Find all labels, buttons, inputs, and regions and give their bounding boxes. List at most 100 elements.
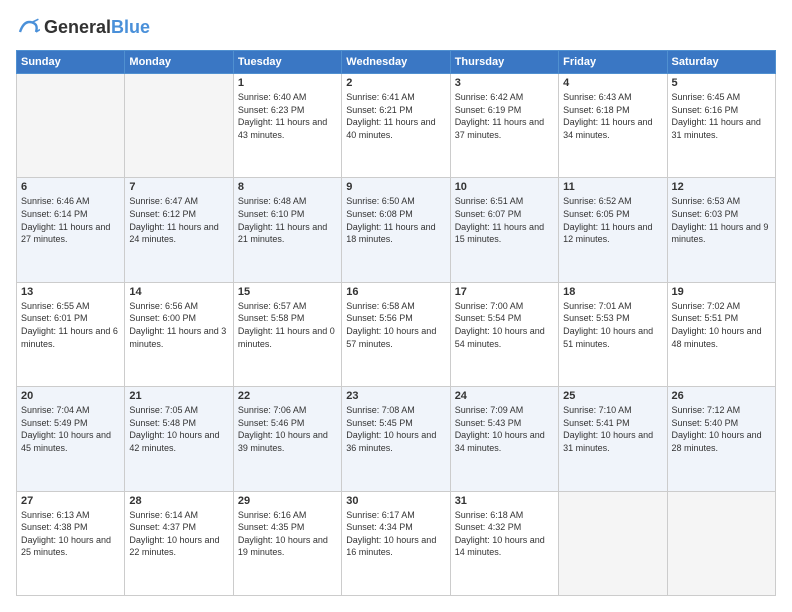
calendar-body: 1 Sunrise: 6:40 AM Sunset: 6:23 PM Daylig… — [17, 74, 776, 596]
day-info: Sunrise: 6:45 AM Sunset: 6:16 PM Dayligh… — [672, 91, 771, 141]
day-number: 8 — [238, 181, 337, 193]
day-number: 14 — [129, 286, 228, 298]
day-info: Sunrise: 6:52 AM Sunset: 6:05 PM Dayligh… — [563, 195, 662, 245]
calendar-week-row: 1 Sunrise: 6:40 AM Sunset: 6:23 PM Daylig… — [17, 74, 776, 178]
calendar-cell: 2 Sunrise: 6:41 AM Sunset: 6:21 PM Daylig… — [342, 74, 450, 178]
calendar-cell: 13 Sunrise: 6:55 AM Sunset: 6:01 PM Dayli… — [17, 282, 125, 386]
calendar-cell: 10 Sunrise: 6:51 AM Sunset: 6:07 PM Dayli… — [450, 178, 558, 282]
day-number: 7 — [129, 181, 228, 193]
day-number: 27 — [21, 495, 120, 507]
calendar-cell: 16 Sunrise: 6:58 AM Sunset: 5:56 PM Dayli… — [342, 282, 450, 386]
day-number: 10 — [455, 181, 554, 193]
day-number: 4 — [563, 77, 662, 89]
calendar-cell: 19 Sunrise: 7:02 AM Sunset: 5:51 PM Dayli… — [667, 282, 775, 386]
calendar-cell: 28 Sunrise: 6:14 AM Sunset: 4:37 PM Dayli… — [125, 491, 233, 595]
calendar-week-row: 20 Sunrise: 7:04 AM Sunset: 5:49 PM Dayli… — [17, 387, 776, 491]
day-number: 25 — [563, 390, 662, 402]
weekday-header-row: SundayMondayTuesdayWednesdayThursdayFrid… — [17, 51, 776, 74]
day-number: 12 — [672, 181, 771, 193]
day-number: 22 — [238, 390, 337, 402]
day-number: 2 — [346, 77, 445, 89]
day-info: Sunrise: 7:04 AM Sunset: 5:49 PM Dayligh… — [21, 404, 120, 454]
calendar-cell: 9 Sunrise: 6:50 AM Sunset: 6:08 PM Daylig… — [342, 178, 450, 282]
day-info: Sunrise: 6:57 AM Sunset: 5:58 PM Dayligh… — [238, 300, 337, 350]
day-info: Sunrise: 6:50 AM Sunset: 6:08 PM Dayligh… — [346, 195, 445, 245]
calendar-cell: 26Sunrise: 7:12 AM Sunset: 5:40 PM Dayli… — [667, 387, 775, 491]
day-number: 31 — [455, 495, 554, 507]
calendar-cell: 22 Sunrise: 7:06 AM Sunset: 5:46 PM Dayli… — [233, 387, 341, 491]
day-info: Sunrise: 6:58 AM Sunset: 5:56 PM Dayligh… — [346, 300, 445, 350]
calendar-cell: 17 Sunrise: 7:00 AM Sunset: 5:54 PM Dayli… — [450, 282, 558, 386]
day-info: Sunrise: 6:55 AM Sunset: 6:01 PM Dayligh… — [21, 300, 120, 350]
day-info: Sunrise: 6:48 AM Sunset: 6:10 PM Dayligh… — [238, 195, 337, 245]
day-number: 18 — [563, 286, 662, 298]
day-info: Sunrise: 7:01 AM Sunset: 5:53 PM Dayligh… — [563, 300, 662, 350]
calendar-cell — [559, 491, 667, 595]
calendar-table: SundayMondayTuesdayWednesdayThursdayFrid… — [16, 50, 776, 596]
day-number: 30 — [346, 495, 445, 507]
day-info: Sunrise: 6:14 AM Sunset: 4:37 PM Dayligh… — [129, 509, 228, 559]
calendar-cell: 23Sunrise: 7:08 AM Sunset: 5:45 PM Dayli… — [342, 387, 450, 491]
calendar-week-row: 6 Sunrise: 6:46 AM Sunset: 6:14 PM Daylig… — [17, 178, 776, 282]
calendar-cell: 7 Sunrise: 6:47 AM Sunset: 6:12 PM Daylig… — [125, 178, 233, 282]
day-number: 1 — [238, 77, 337, 89]
logo-icon — [16, 16, 40, 40]
calendar-cell — [125, 74, 233, 178]
day-number: 17 — [455, 286, 554, 298]
day-info: Sunrise: 6:40 AM Sunset: 6:23 PM Dayligh… — [238, 91, 337, 141]
day-number: 3 — [455, 77, 554, 89]
calendar-cell — [17, 74, 125, 178]
calendar-cell: 24 Sunrise: 7:09 AM Sunset: 5:43 PM Dayli… — [450, 387, 558, 491]
day-info: Sunrise: 7:12 AM Sunset: 5:40 PM Dayligh… — [672, 404, 771, 454]
day-info: Sunrise: 7:06 AM Sunset: 5:46 PM Dayligh… — [238, 404, 337, 454]
logo: GeneralBlue — [16, 16, 150, 40]
logo-text: GeneralBlue — [44, 18, 150, 38]
day-number: 11 — [563, 181, 662, 193]
day-number: 20 — [21, 390, 120, 402]
weekday-header: Sunday — [17, 51, 125, 74]
calendar-cell: 3 Sunrise: 6:42 AM Sunset: 6:19 PM Daylig… — [450, 74, 558, 178]
day-number: 16 — [346, 286, 445, 298]
calendar-cell — [667, 491, 775, 595]
day-number: 13 — [21, 286, 120, 298]
day-number: 6 — [21, 181, 120, 193]
day-info: Sunrise: 7:00 AM Sunset: 5:54 PM Dayligh… — [455, 300, 554, 350]
calendar-cell: 4 Sunrise: 6:43 AM Sunset: 6:18 PM Daylig… — [559, 74, 667, 178]
day-info: Sunrise: 7:10 AM Sunset: 5:41 PM Dayligh… — [563, 404, 662, 454]
weekday-header: Saturday — [667, 51, 775, 74]
calendar-cell: 30 Sunrise: 6:17 AM Sunset: 4:34 PM Dayli… — [342, 491, 450, 595]
day-number: 5 — [672, 77, 771, 89]
day-number: 19 — [672, 286, 771, 298]
calendar-week-row: 27 Sunrise: 6:13 AM Sunset: 4:38 PM Dayli… — [17, 491, 776, 595]
calendar-cell: 6 Sunrise: 6:46 AM Sunset: 6:14 PM Daylig… — [17, 178, 125, 282]
day-info: Sunrise: 6:41 AM Sunset: 6:21 PM Dayligh… — [346, 91, 445, 141]
weekday-header: Tuesday — [233, 51, 341, 74]
day-info: Sunrise: 6:17 AM Sunset: 4:34 PM Dayligh… — [346, 509, 445, 559]
calendar-cell: 18 Sunrise: 7:01 AM Sunset: 5:53 PM Dayli… — [559, 282, 667, 386]
day-info: Sunrise: 6:13 AM Sunset: 4:38 PM Dayligh… — [21, 509, 120, 559]
day-info: Sunrise: 6:56 AM Sunset: 6:00 PM Dayligh… — [129, 300, 228, 350]
weekday-header: Thursday — [450, 51, 558, 74]
weekday-header: Friday — [559, 51, 667, 74]
page: GeneralBlue SundayMondayTuesdayWednesday… — [0, 0, 792, 612]
calendar-cell: 5 Sunrise: 6:45 AM Sunset: 6:16 PM Daylig… — [667, 74, 775, 178]
header: GeneralBlue — [16, 16, 776, 40]
day-number: 28 — [129, 495, 228, 507]
day-info: Sunrise: 6:42 AM Sunset: 6:19 PM Dayligh… — [455, 91, 554, 141]
day-number: 9 — [346, 181, 445, 193]
weekday-header: Monday — [125, 51, 233, 74]
day-info: Sunrise: 6:47 AM Sunset: 6:12 PM Dayligh… — [129, 195, 228, 245]
day-info: Sunrise: 7:02 AM Sunset: 5:51 PM Dayligh… — [672, 300, 771, 350]
calendar-cell: 14 Sunrise: 6:56 AM Sunset: 6:00 PM Dayli… — [125, 282, 233, 386]
day-number: 24 — [455, 390, 554, 402]
day-info: Sunrise: 6:46 AM Sunset: 6:14 PM Dayligh… — [21, 195, 120, 245]
day-info: Sunrise: 6:53 AM Sunset: 6:03 PM Dayligh… — [672, 195, 771, 245]
weekday-header: Wednesday — [342, 51, 450, 74]
calendar-cell: 21Sunrise: 7:05 AM Sunset: 5:48 PM Dayli… — [125, 387, 233, 491]
day-info: Sunrise: 6:18 AM Sunset: 4:32 PM Dayligh… — [455, 509, 554, 559]
day-info: Sunrise: 6:51 AM Sunset: 6:07 PM Dayligh… — [455, 195, 554, 245]
day-info: Sunrise: 6:16 AM Sunset: 4:35 PM Dayligh… — [238, 509, 337, 559]
day-info: Sunrise: 7:09 AM Sunset: 5:43 PM Dayligh… — [455, 404, 554, 454]
day-info: Sunrise: 6:43 AM Sunset: 6:18 PM Dayligh… — [563, 91, 662, 141]
calendar-cell: 20 Sunrise: 7:04 AM Sunset: 5:49 PM Dayli… — [17, 387, 125, 491]
